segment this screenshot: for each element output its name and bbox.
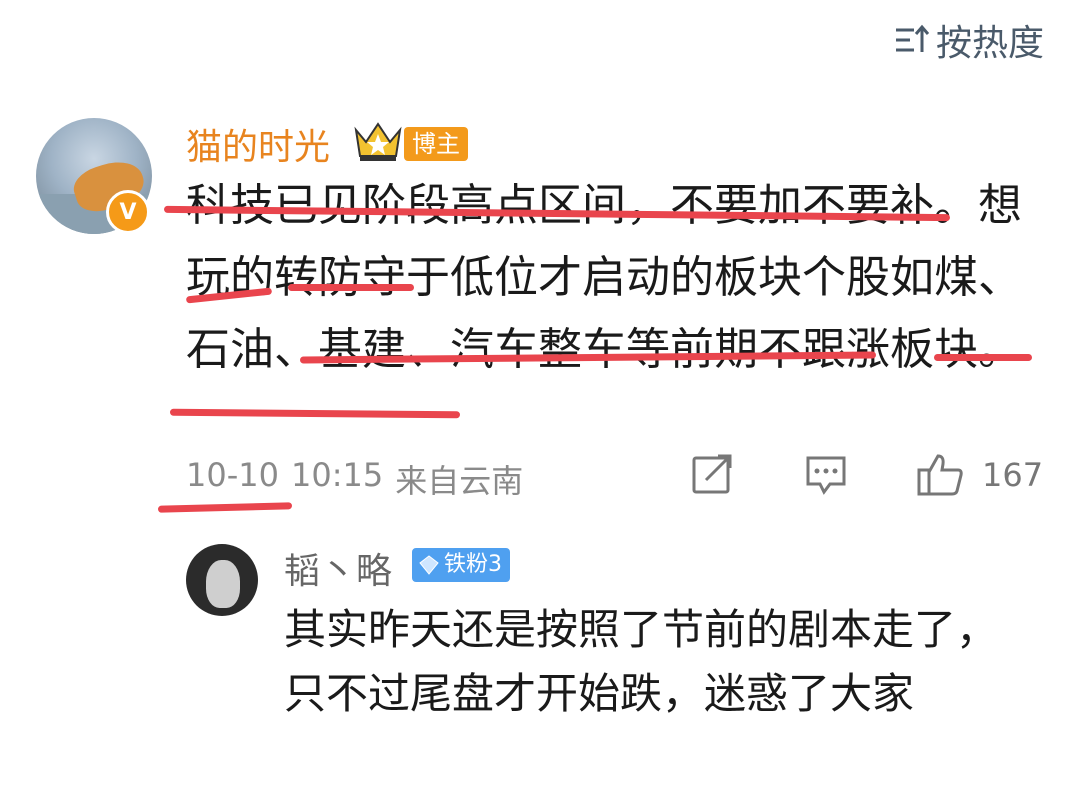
comment-icon[interactable] <box>804 452 848 496</box>
diamond-icon <box>419 555 439 575</box>
fan-tag: 铁粉3 <box>412 548 510 582</box>
fan-tag-label: 铁粉3 <box>444 552 502 577</box>
sort-label: 按热度 <box>935 23 1044 64</box>
crown-icon <box>354 122 402 161</box>
comment-location: 来自云南 <box>395 462 524 500</box>
highlight-underline <box>169 408 461 419</box>
comment-username[interactable]: 猫的时光 <box>186 118 330 170</box>
reply-username[interactable]: 韬丶略 <box>284 542 392 594</box>
like-icon[interactable] <box>916 452 964 496</box>
blogger-tag: 博主 <box>404 127 468 161</box>
comment-meta: 10-10 10:15 来自云南 <box>186 456 523 502</box>
like-count: 167 <box>982 456 1044 494</box>
highlight-underline <box>934 354 1032 361</box>
share-icon[interactable] <box>690 452 734 496</box>
highlight-underline <box>157 502 293 513</box>
comment-time: 10:15 <box>290 456 384 494</box>
verified-badge: V <box>106 190 150 234</box>
reply-avatar[interactable] <box>186 544 258 616</box>
face-image <box>206 560 240 608</box>
sort-icon <box>895 24 930 52</box>
highlight-underline <box>288 284 414 291</box>
reply-text: 其实昨天还是按照了节前的剧本走了，只不过尾盘才开始跌，迷惑了大家 <box>284 605 999 718</box>
comment-date: 10-10 <box>186 456 279 494</box>
sort-by-hotness-button[interactable]: 按热度 <box>894 14 1044 66</box>
